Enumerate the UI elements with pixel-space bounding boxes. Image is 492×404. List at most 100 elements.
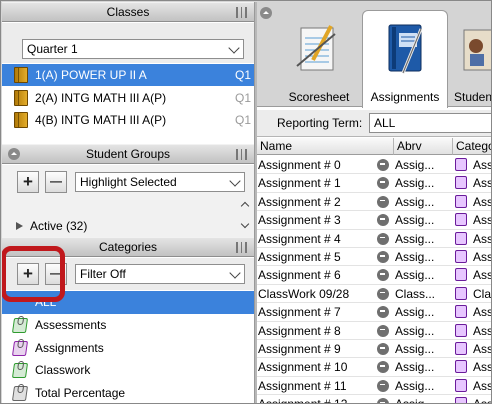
tab-students[interactable]: Studen	[450, 10, 492, 108]
category-clipboard-icon	[455, 213, 467, 227]
table-row[interactable]: Assignment # 10 Assig... Ass	[257, 358, 492, 377]
class-item[interactable]: 4(B) INTG MATH III A(P) Q1	[2, 109, 254, 131]
scroll-up-icon[interactable]	[240, 201, 250, 211]
table-row[interactable]: Assignment # 2 Assig... Ass	[257, 193, 492, 212]
collapse-icon[interactable]	[8, 148, 20, 160]
assignment-category: Ass	[473, 395, 491, 403]
assignment-name: Assignment # 3	[258, 213, 341, 228]
tab-students-label: Studen	[454, 90, 492, 104]
open-arrow-icon[interactable]	[377, 177, 389, 190]
tab-scoresheet-label: Scoresheet	[288, 90, 350, 104]
table-row[interactable]: Assignment # 7 Assig... Ass	[257, 303, 491, 322]
active-group-row[interactable]: Active (32)	[14, 217, 244, 235]
class-item-label: 4(B) INTG MATH III A(P)	[35, 113, 167, 127]
highlight-select[interactable]: Highlight Selected	[75, 172, 245, 192]
category-clipboard-icon	[455, 397, 467, 403]
category-clipboard-icon	[455, 268, 467, 282]
category-item-label: Classwork	[35, 363, 91, 378]
open-arrow-icon[interactable]	[377, 251, 389, 263]
table-row[interactable]: Assignment # 12 Assig... Ass	[257, 395, 491, 403]
gray-clipboard-icon	[11, 386, 29, 402]
book-icon	[14, 112, 28, 128]
panel-grip-icon[interactable]	[236, 242, 247, 253]
category-clipboard-icon	[455, 158, 467, 171]
open-arrow-icon[interactable]	[377, 232, 389, 245]
chevron-down-icon	[228, 42, 240, 54]
reporting-term-value: ALL	[374, 116, 396, 130]
category-item[interactable]: Assessments	[2, 314, 254, 337]
assignment-abbreviation: Assig...	[395, 323, 435, 338]
column-header-name[interactable]: Name	[257, 138, 394, 155]
tab-scoresheet[interactable]: Scoresheet	[277, 10, 361, 108]
assignment-abbreviation: Assig...	[395, 378, 435, 393]
table-row[interactable]: Assignment # 5 Assig... Ass	[257, 248, 491, 267]
open-arrow-icon[interactable]	[377, 306, 389, 319]
gradebook-window: Classes Quarter 1 1(A) POWER UP II A Q1 2(…	[0, 0, 492, 404]
table-row[interactable]: Assignment # 0 Assig... Ass	[257, 156, 492, 175]
open-arrow-icon[interactable]	[377, 361, 389, 374]
table-row[interactable]: ClassWork 09/28 Class... Cla	[257, 285, 492, 304]
add-group-button[interactable]: +	[17, 171, 39, 193]
class-item[interactable]: 1(A) POWER UP II A Q1	[2, 64, 254, 86]
open-arrow-icon[interactable]	[377, 324, 389, 337]
assignment-category: Ass	[473, 360, 492, 375]
open-arrow-icon[interactable]	[377, 269, 389, 282]
collapse-icon[interactable]	[260, 7, 272, 19]
open-arrow-icon[interactable]	[377, 159, 389, 171]
scrollbar[interactable]	[240, 199, 250, 237]
classes-term-strip: Quarter 1	[2, 23, 254, 63]
assignment-category: Cla	[473, 286, 492, 301]
table-row[interactable]: Assignment # 11 Assig... Ass	[257, 377, 492, 396]
open-arrow-icon[interactable]	[377, 214, 389, 227]
category-item[interactable]: Assignments	[2, 337, 254, 360]
category-item-label: Total Percentage	[35, 386, 126, 401]
table-row[interactable]: Assignment # 6 Assig... Ass	[257, 266, 491, 285]
table-row[interactable]: Assignment # 1 Assig... Ass	[257, 174, 491, 193]
open-arrow-icon[interactable]	[377, 398, 389, 403]
open-arrow-icon[interactable]	[377, 195, 389, 208]
category-clipboard-icon	[455, 176, 467, 190]
assignment-name: Assignment # 8	[258, 323, 341, 338]
filter-select[interactable]: Filter Off	[75, 264, 245, 284]
panel-grip-icon[interactable]	[236, 7, 247, 18]
open-arrow-icon[interactable]	[377, 379, 389, 392]
category-clipboard-icon	[455, 194, 467, 208]
classes-term-select[interactable]: Quarter 1	[22, 39, 244, 59]
assignment-category: Ass	[473, 342, 492, 356]
category-clipboard-icon	[455, 286, 467, 300]
assignment-abbreviation: Assig...	[395, 194, 435, 209]
scroll-down-icon[interactable]	[240, 219, 250, 229]
category-item[interactable]: Classwork	[2, 359, 254, 382]
assignment-category: Ass	[473, 378, 492, 393]
tab-assignments[interactable]: Assignments	[362, 10, 448, 108]
category-item-label: Assessments	[35, 317, 107, 332]
column-header-abrv[interactable]: Abrv	[394, 138, 453, 155]
class-item-label: 2(A) INTG MATH III A(P)	[35, 90, 167, 105]
reporting-term-label: Reporting Term:	[277, 116, 363, 130]
table-row[interactable]: Assignment # 8 Assig... Ass	[257, 322, 491, 340]
assignment-abbreviation: Assig...	[395, 231, 435, 246]
remove-group-button[interactable]: —	[45, 171, 67, 193]
assignment-name: Assignment # 6	[258, 268, 341, 283]
assignment-category: Ass	[473, 194, 492, 209]
assignment-abbreviation: Assig...	[395, 305, 435, 320]
student-groups-strip: + — Highlight Selected Active (32)	[2, 165, 254, 239]
column-header-category[interactable]: Catego	[453, 138, 491, 155]
table-row[interactable]: Assignment # 9 Assig... Ass	[257, 340, 492, 359]
category-item[interactable]: Total Percentage	[2, 382, 254, 403]
reporting-term-select[interactable]: ALL	[369, 113, 491, 133]
assignment-category: Ass	[473, 158, 492, 172]
class-item-label: 1(A) POWER UP II A	[35, 68, 147, 82]
expand-arrow-icon[interactable]	[16, 222, 23, 230]
open-arrow-icon[interactable]	[377, 343, 389, 355]
category-clipboard-icon	[455, 342, 467, 355]
assignment-abbreviation: Class...	[395, 286, 436, 301]
class-item-term: Q1	[234, 113, 251, 127]
classes-header: Classes	[2, 2, 254, 22]
category-clipboard-icon	[455, 250, 467, 263]
panel-grip-icon[interactable]	[236, 149, 247, 160]
class-item[interactable]: 2(A) INTG MATH III A(P) Q1	[2, 87, 254, 109]
table-row[interactable]: Assignment # 3 Assig... Ass	[257, 211, 491, 230]
table-row[interactable]: Assignment # 4 Assig... Ass	[257, 230, 491, 248]
open-arrow-icon[interactable]	[377, 287, 389, 300]
